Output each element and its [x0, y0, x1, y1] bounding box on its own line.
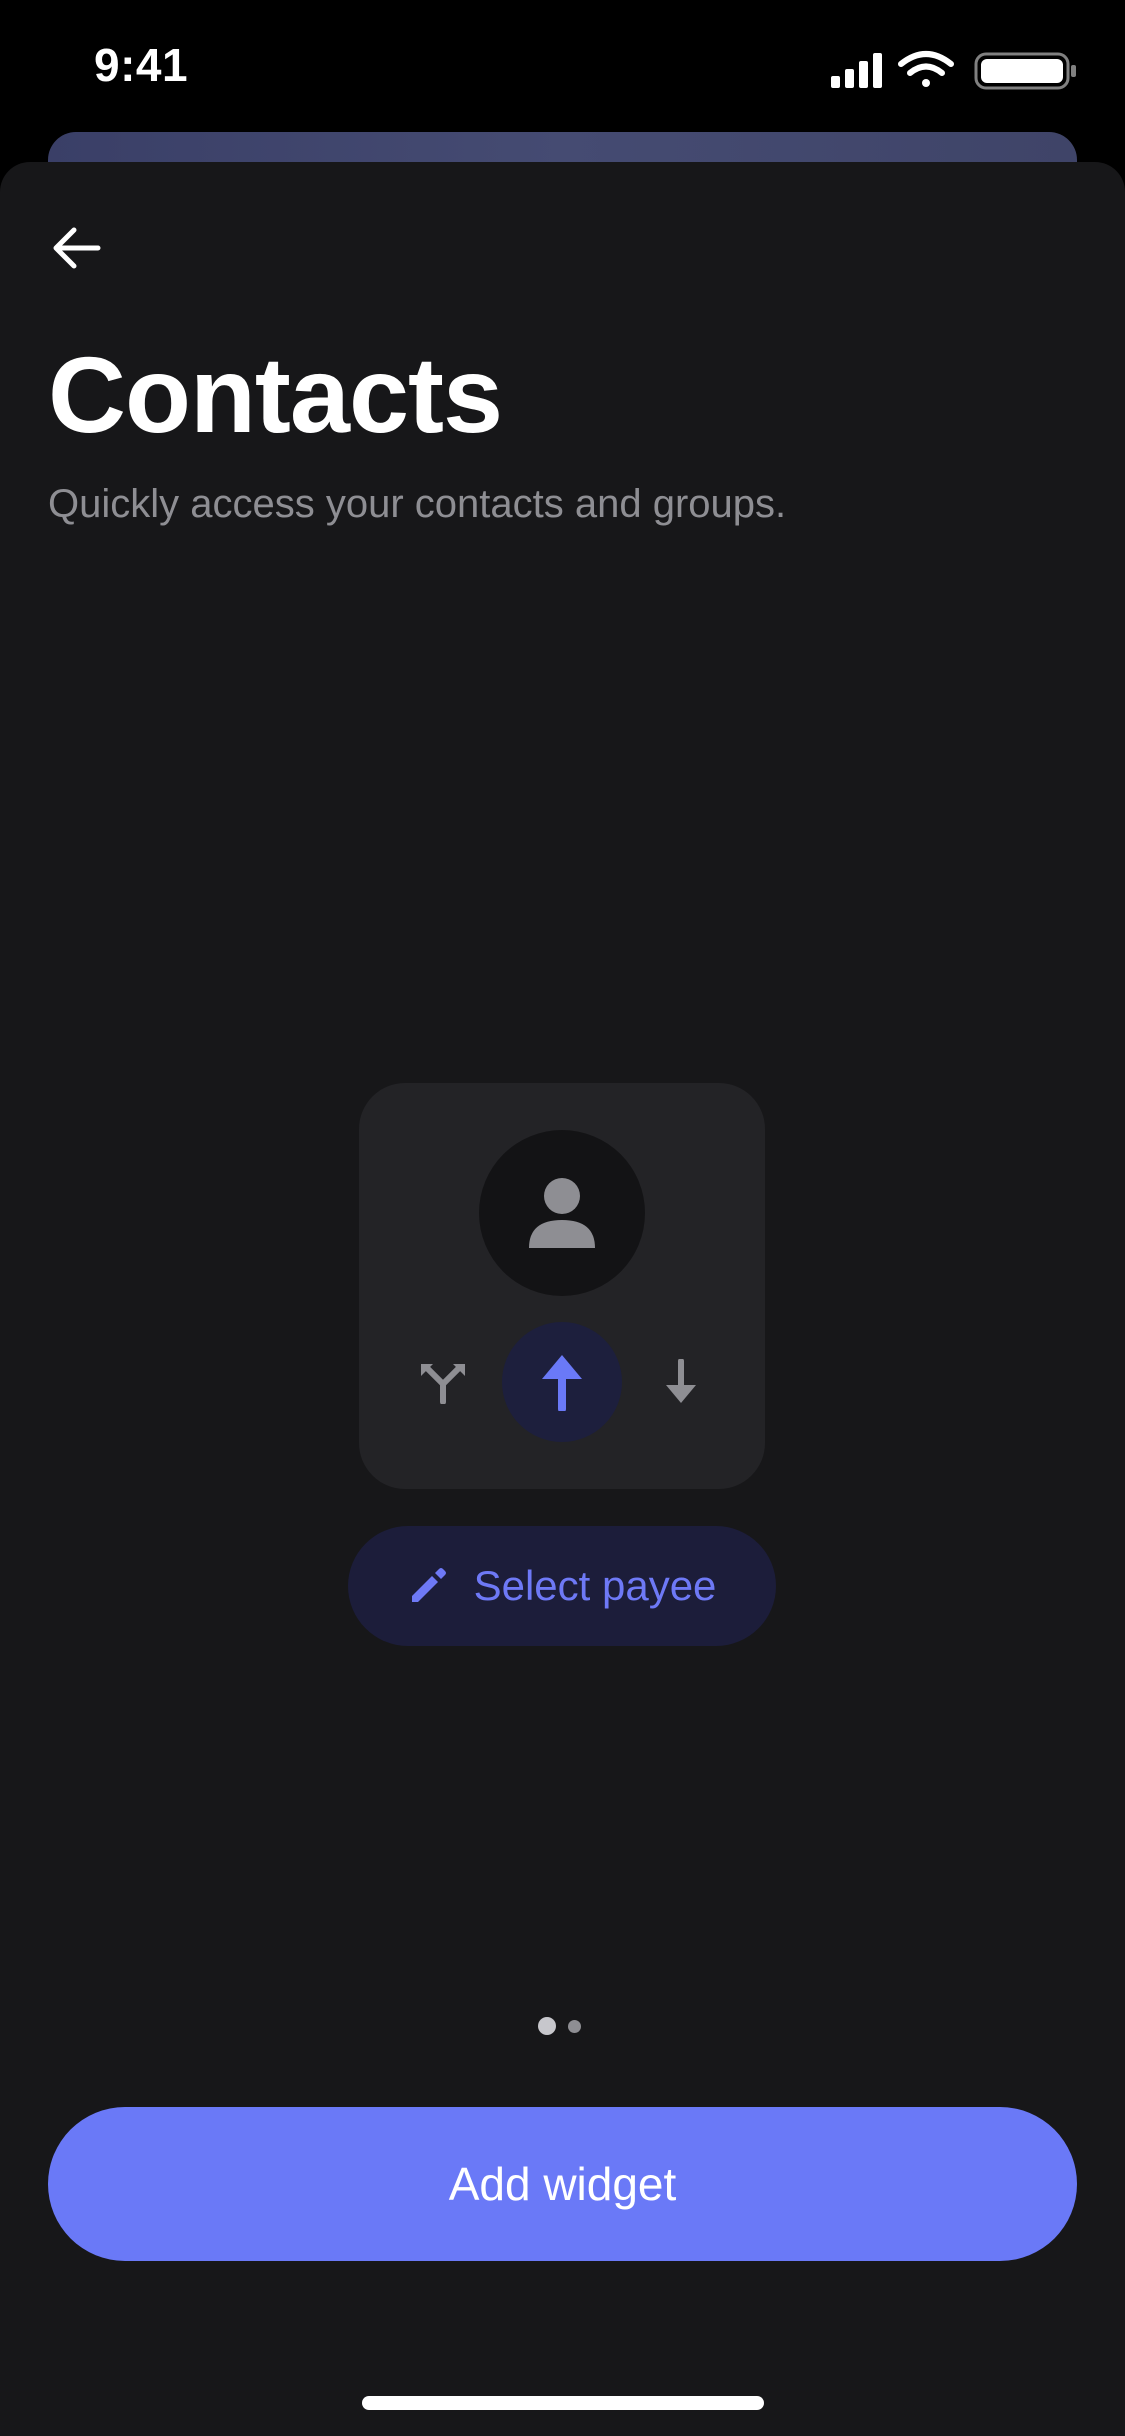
home-indicator[interactable]	[362, 2396, 764, 2410]
arrow-up-icon	[542, 1355, 582, 1411]
status-indicators	[831, 51, 1076, 90]
cellular-signal-icon	[831, 53, 882, 88]
back-button[interactable]	[40, 212, 112, 284]
status-time: 9:41	[94, 39, 189, 91]
widget-preview-card[interactable]	[359, 1083, 765, 1489]
battery-icon	[974, 52, 1076, 90]
status-bar: 9:41	[0, 0, 1125, 132]
page-dot[interactable]	[568, 2019, 581, 2033]
select-payee-button[interactable]: Select payee	[348, 1526, 776, 1646]
page-title: Contacts	[48, 334, 503, 455]
person-icon	[529, 1178, 595, 1248]
split-action[interactable]	[411, 1350, 475, 1414]
add-widget-button[interactable]: Add widget	[48, 2107, 1077, 2261]
avatar	[479, 1130, 645, 1296]
wifi-icon	[898, 51, 954, 87]
request-action[interactable]	[649, 1350, 713, 1414]
status-icons	[831, 50, 1081, 90]
select-payee-label: Select payee	[473, 1562, 717, 1609]
split-icon	[421, 1364, 465, 1404]
pencil-icon	[411, 1568, 446, 1602]
arrow-left-icon	[53, 227, 101, 269]
page-subtitle: Quickly access your contacts and groups.	[48, 482, 787, 526]
send-action[interactable]	[502, 1322, 622, 1442]
page-dot-active[interactable]	[538, 2017, 556, 2035]
arrow-down-icon	[666, 1359, 696, 1403]
page-indicator[interactable]	[538, 2016, 588, 2036]
